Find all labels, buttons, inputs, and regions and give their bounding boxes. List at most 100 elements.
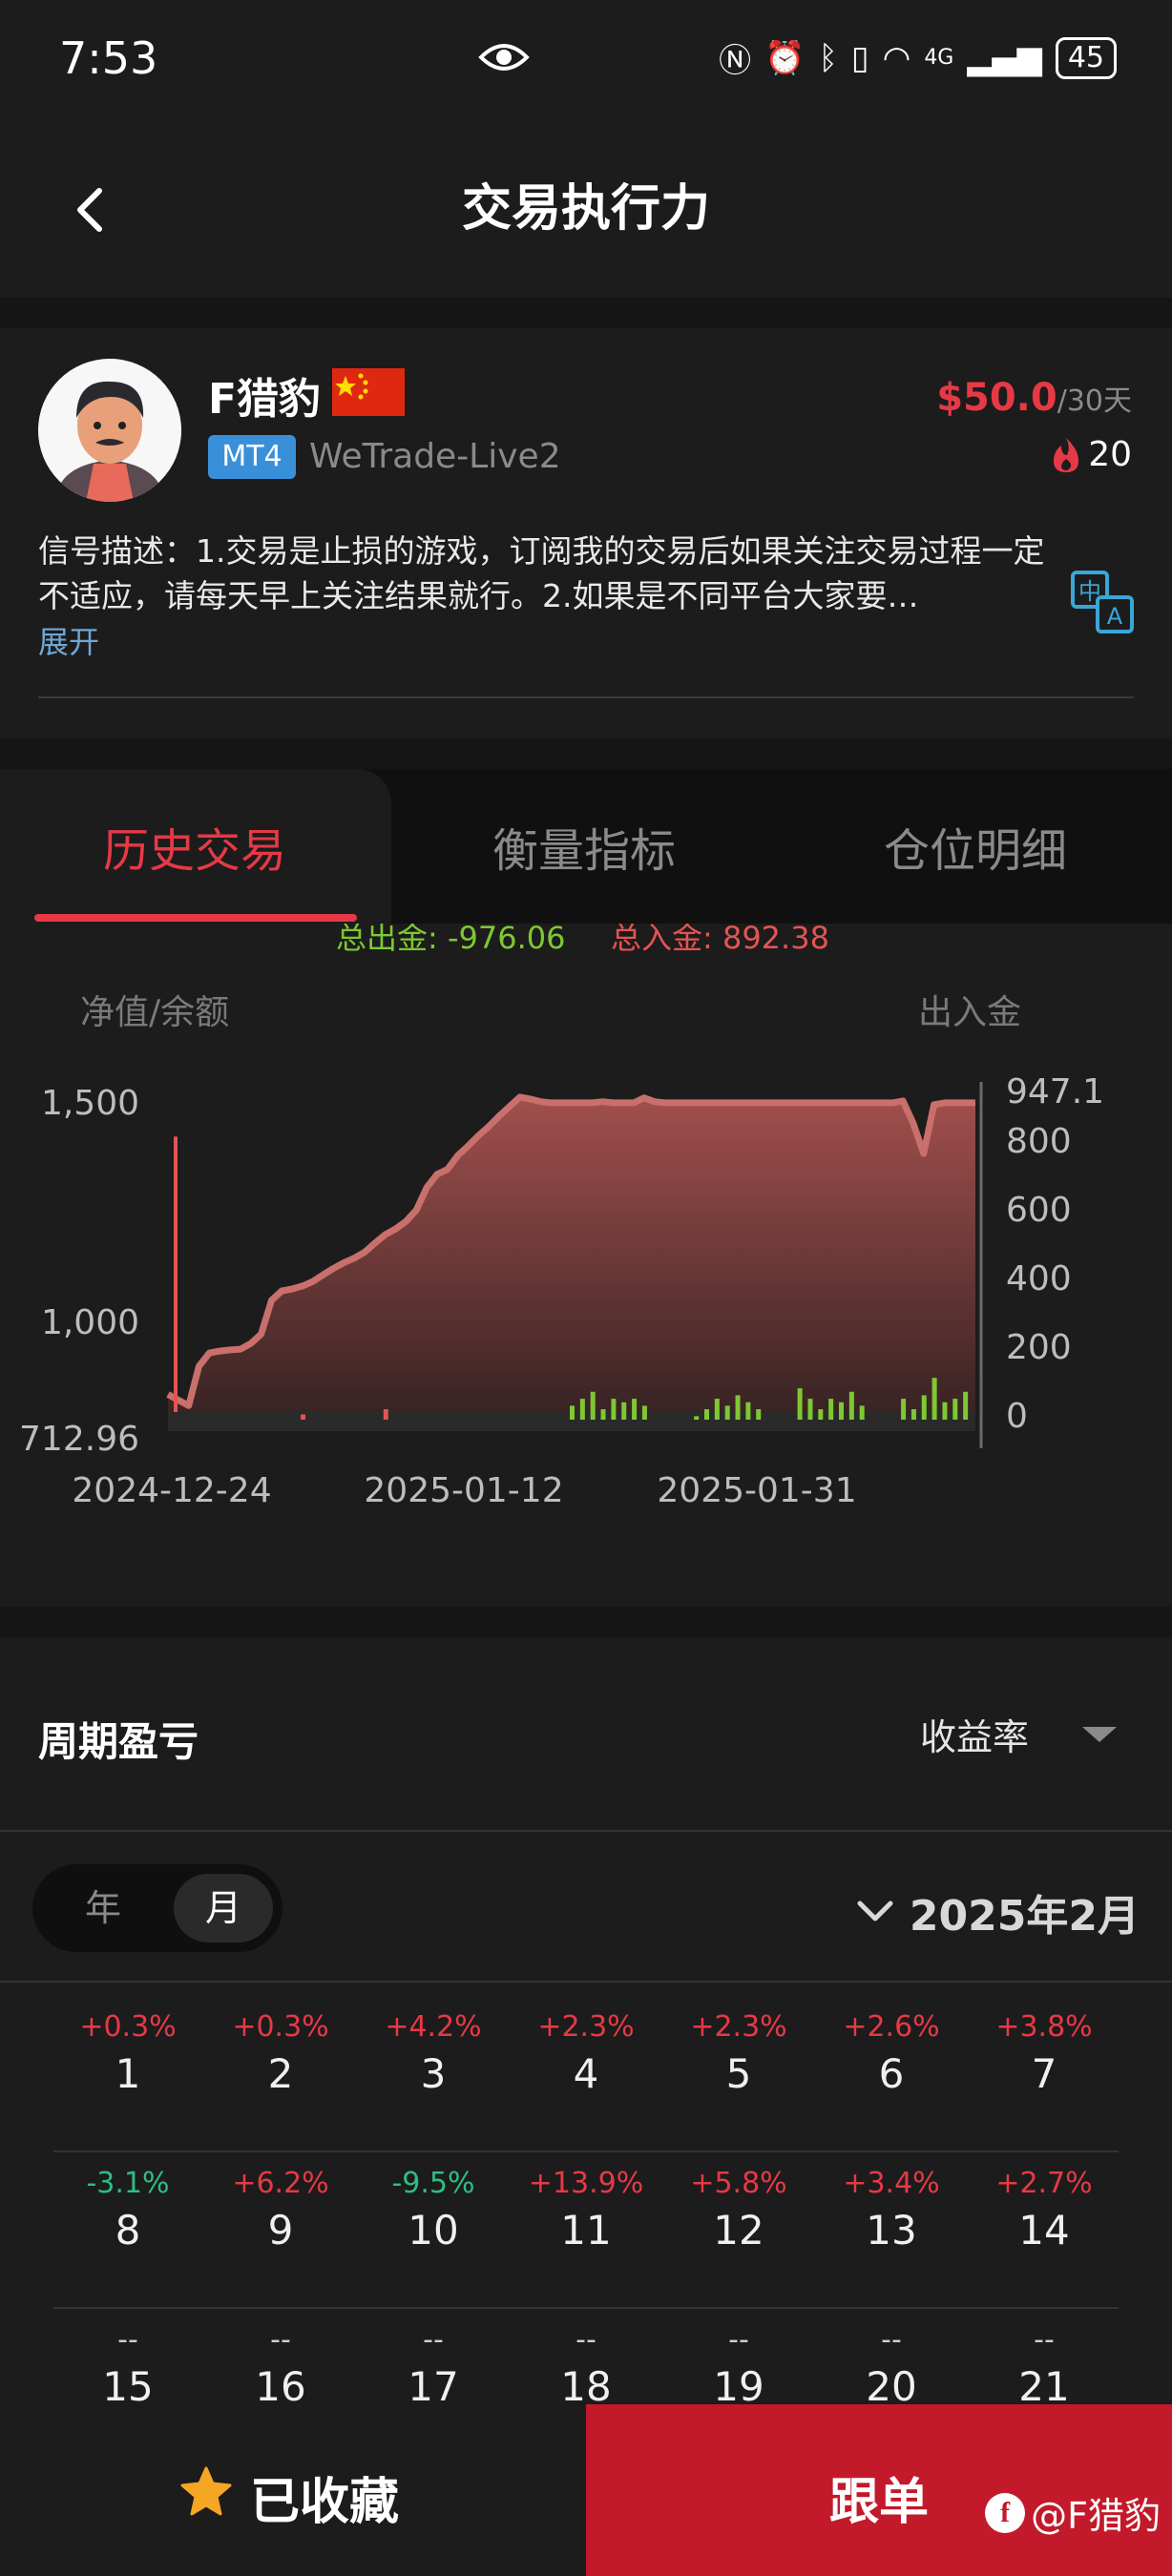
battery-indicator: 45 xyxy=(1055,36,1117,79)
calendar-day-cell[interactable]: +2.3% 5 xyxy=(662,2005,815,2099)
expand-link[interactable]: 展开 xyxy=(38,618,99,662)
divider xyxy=(0,1830,1172,1832)
cash-out-bar xyxy=(632,1399,638,1420)
calendar-day-cell[interactable]: +0.3% 2 xyxy=(204,2005,357,2099)
toggle-month[interactable]: 月 xyxy=(174,1874,273,1942)
cash-in-bar xyxy=(383,1409,388,1420)
calendar-day-cell[interactable]: +2.6% 6 xyxy=(815,2005,968,2099)
day-return: +13.9% xyxy=(528,2167,644,2200)
calendar-day-cell[interactable]: +4.2% 3 xyxy=(357,2005,510,2099)
day-number: 2 xyxy=(267,2050,294,2097)
calendar-week-row: +0.3% 1 +0.3% 2 +4.2% 3 +2.3% 4 +2.3% 5 +2.6% 6 +3.8… xyxy=(53,1996,1119,2152)
day-return: -3.1% xyxy=(86,2167,170,2200)
month-label: 2025年2月 xyxy=(909,1892,1140,1941)
server-name: WeTrade-Live2 xyxy=(309,437,561,476)
signal-icon: ▂▄▆ xyxy=(967,38,1042,77)
equity-chart: 总出金: -976.06 总入金: 892.38 净值/余额 出入金 1,500… xyxy=(0,924,1172,1607)
cash-in-bar xyxy=(301,1414,305,1420)
calendar-day-cell[interactable]: +0.3% 1 xyxy=(52,2005,204,2099)
divider xyxy=(38,696,1134,698)
calendar-day-cell[interactable]: -3.1% 8 xyxy=(52,2162,204,2255)
cash-out-bar xyxy=(931,1378,937,1420)
cash-out-bar xyxy=(570,1405,575,1420)
cash-out-bar xyxy=(921,1395,927,1420)
calendar-day-cell[interactable]: +3.8% 7 xyxy=(968,2005,1120,2099)
china-flag-icon xyxy=(332,368,405,416)
signal-description: 信号描述：1.交易是止损的游戏，订阅我的交易后如果关注交易过程一定不适应，请每天… xyxy=(38,532,1045,614)
favorite-label: 已收藏 xyxy=(250,2474,400,2531)
fans-value: 20 xyxy=(1088,435,1132,474)
wifi-icon: ◠ xyxy=(882,38,911,77)
favorite-button[interactable]: 已收藏 xyxy=(0,2404,586,2576)
calendar-day-cell[interactable]: +2.7% 14 xyxy=(968,2162,1120,2255)
metric-dropdown[interactable]: 收益率 xyxy=(920,1708,1117,1760)
x-tick-label: 2025-01-12 xyxy=(364,1471,563,1510)
cash-out-bar xyxy=(621,1402,627,1420)
calendar-day-cell[interactable]: +5.8% 12 xyxy=(662,2162,815,2255)
day-number: 9 xyxy=(267,2207,294,2254)
calendar-day-cell[interactable]: -- 16 xyxy=(204,2318,357,2412)
cash-out-bar xyxy=(818,1409,824,1420)
day-return: +0.3% xyxy=(232,2010,329,2044)
divider xyxy=(0,1981,1172,1983)
day-return: +2.3% xyxy=(690,2010,787,2044)
calendar-day-cell[interactable]: +3.4% 13 xyxy=(815,2162,968,2255)
network-label: 4G xyxy=(924,46,954,70)
alarm-icon: ⏰ xyxy=(764,38,806,77)
calendar-day-cell[interactable]: +6.2% 9 xyxy=(204,2162,357,2255)
day-return: +3.4% xyxy=(843,2167,940,2200)
cash-out-bar xyxy=(704,1409,709,1420)
calendar-day-cell[interactable]: +2.3% 4 xyxy=(510,2005,662,2099)
day-return: -- xyxy=(576,2323,596,2357)
translate-icon[interactable]: 中 A xyxy=(1069,569,1136,635)
subscription-price: $50.0/30天 xyxy=(936,376,1132,420)
equity-area xyxy=(168,1096,975,1412)
month-picker[interactable]: 2025年2月 xyxy=(856,1881,1140,1942)
day-number: 4 xyxy=(573,2050,599,2097)
day-number: 1 xyxy=(115,2050,141,2097)
right-axis-label: 出入金 xyxy=(918,993,1021,1032)
status-bar: 7:53 Ⓝ ⏰ ᛒ ▯ ◠ 4G ▂▄▆ 45 xyxy=(0,0,1172,118)
day-return: -- xyxy=(728,2323,749,2357)
cash-out-bar xyxy=(756,1409,762,1420)
tab-metrics[interactable]: 衡量指标 xyxy=(492,813,676,880)
calendar-day-cell[interactable]: -- 15 xyxy=(52,2318,204,2412)
cash-out-bar xyxy=(745,1402,751,1420)
cash-out-bar xyxy=(797,1388,803,1420)
status-time: 7:53 xyxy=(59,32,158,84)
fans-count: 20 xyxy=(1050,435,1132,474)
cash-out-bar xyxy=(910,1409,916,1420)
day-return: +3.8% xyxy=(995,2010,1093,2044)
day-return: -- xyxy=(423,2323,444,2357)
cash-out-bar xyxy=(735,1395,741,1420)
price-period: /30天 xyxy=(1057,384,1132,418)
day-return: +5.8% xyxy=(690,2167,787,2200)
calendar-day-cell[interactable]: -- 20 xyxy=(815,2318,968,2412)
calendar-day-cell[interactable]: +13.9% 11 xyxy=(510,2162,662,2255)
tab-positions[interactable]: 仓位明细 xyxy=(884,813,1067,880)
right-tick-label: 800 xyxy=(1006,1122,1072,1161)
day-return: -- xyxy=(1034,2323,1055,2357)
cash-out-bar xyxy=(828,1399,834,1420)
right-tick-label: 947.1 xyxy=(1006,1072,1104,1111)
cash-out-bar xyxy=(714,1399,720,1420)
calendar-day-cell[interactable]: -- 19 xyxy=(662,2318,815,2412)
calendar-day-cell[interactable]: -9.5% 10 xyxy=(357,2162,510,2255)
toggle-year[interactable]: 年 xyxy=(53,1874,153,1942)
status-icons: Ⓝ ⏰ ᛒ ▯ ◠ 4G ▂▄▆ 45 xyxy=(719,34,1117,81)
right-tick-label: 200 xyxy=(1006,1328,1072,1367)
left-axis-label: 净值/余额 xyxy=(80,993,229,1032)
calendar-day-cell[interactable]: -- 21 xyxy=(968,2318,1120,2412)
day-number: 11 xyxy=(560,2207,612,2254)
avatar[interactable] xyxy=(38,359,181,502)
cash-out-bar xyxy=(600,1409,606,1420)
cash-out-bar xyxy=(901,1399,907,1420)
calendar-day-cell[interactable]: -- 18 xyxy=(510,2318,662,2412)
nfc-icon: Ⓝ xyxy=(719,42,752,80)
calendar-day-cell[interactable]: -- 17 xyxy=(357,2318,510,2412)
header: 交易执行力 xyxy=(0,118,1172,298)
watermark-text: @F猎豹 xyxy=(1031,2495,1161,2537)
x-tick-label: 2024-12-24 xyxy=(72,1471,271,1510)
day-number: 5 xyxy=(725,2050,752,2097)
tab-history[interactable]: 历史交易 xyxy=(103,813,286,880)
